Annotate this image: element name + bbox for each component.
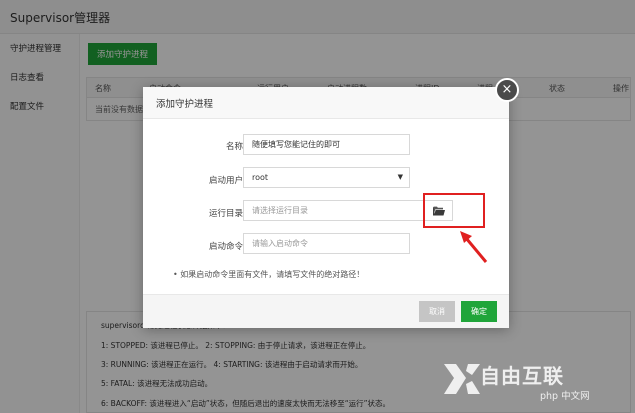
watermark-brand: 自由互联 — [480, 364, 564, 388]
watermark-site: php 中文网 — [540, 391, 590, 402]
annotation-arrow-icon — [460, 231, 488, 263]
watermark: 自由互联 php 中文网 — [440, 354, 635, 404]
watermark-logo-icon — [444, 364, 480, 394]
